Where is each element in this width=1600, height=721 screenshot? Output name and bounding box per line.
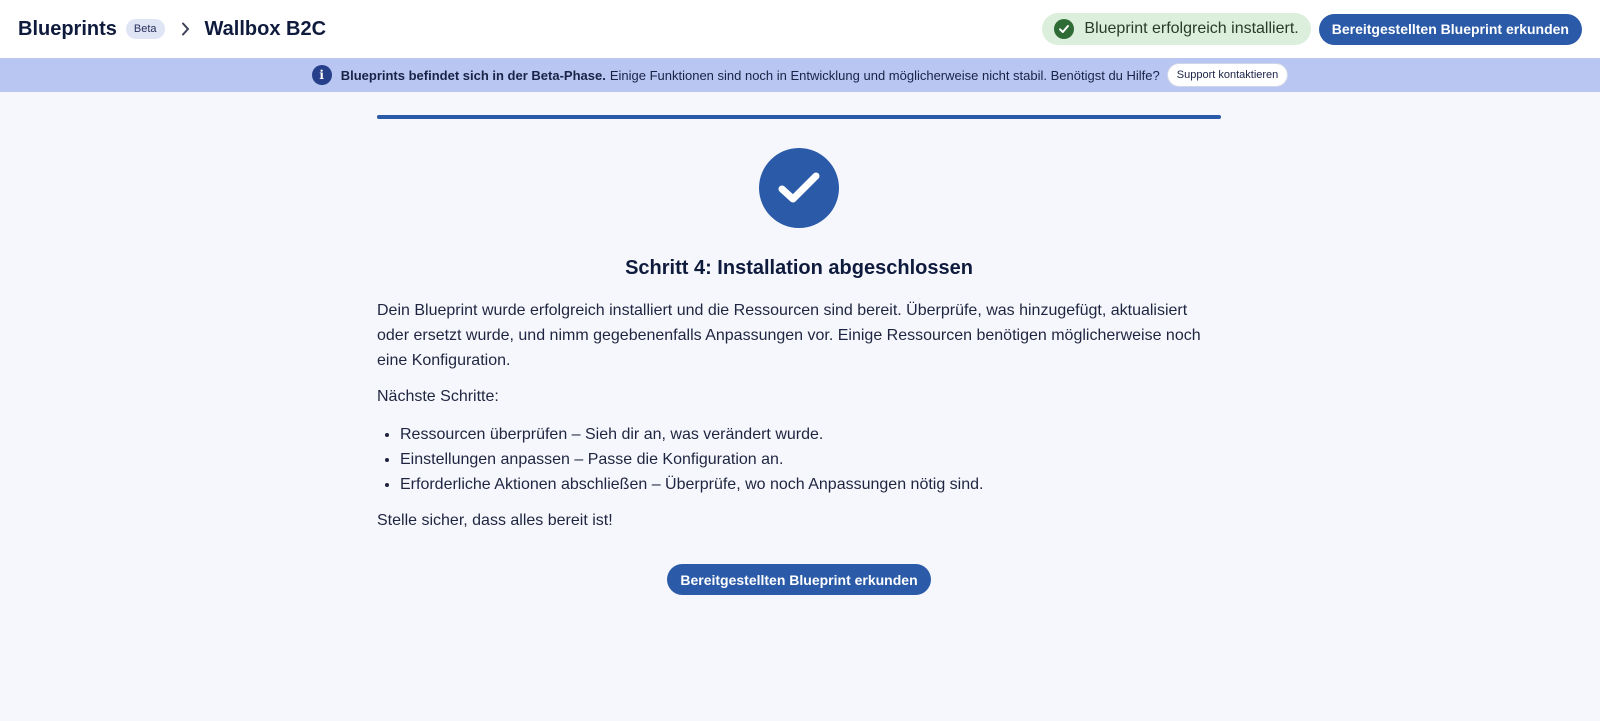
checkmark-icon xyxy=(778,172,820,203)
breadcrumb-current: Wallbox B2C xyxy=(204,17,327,40)
outro-text: Stelle sicher, dass alles bereit ist! xyxy=(377,512,613,529)
banner-body-text: Einige Funktionen sind noch in Entwicklu… xyxy=(609,67,1160,83)
success-toast: Blueprint erfolgreich installiert. xyxy=(1042,13,1311,45)
progress-bar-fill xyxy=(377,115,1221,119)
info-icon: i xyxy=(311,65,332,85)
explore-blueprint-button-header[interactable]: Bereitgestellten Blueprint erkunden xyxy=(1318,13,1582,45)
chevron-right-icon xyxy=(179,22,193,36)
next-steps-label: Nächste Schritte: xyxy=(377,388,499,405)
check-circle-icon xyxy=(1054,19,1075,39)
contact-support-button[interactable]: Support kontaktieren xyxy=(1166,63,1289,87)
beta-banner: i Blueprints befindet sich in der Beta-P… xyxy=(0,58,1600,92)
list-item: Einstellungen anpassen – Passe die Konfi… xyxy=(400,447,1221,472)
top-bar: Blueprints Beta Wallbox B2C Blueprint er… xyxy=(0,0,1600,58)
intro-paragraph: Dein Blueprint wurde erfolgreich install… xyxy=(377,302,1201,369)
success-check-circle xyxy=(759,148,839,228)
next-steps-list: Ressourcen überprüfen – Sieh dir an, was… xyxy=(377,422,1221,497)
progress-bar xyxy=(377,115,1221,119)
beta-badge: Beta xyxy=(125,19,165,39)
main-content: Schritt 4: Installation abgeschlossen De… xyxy=(377,115,1221,595)
list-item: Erforderliche Aktionen abschließen – Übe… xyxy=(400,472,1221,497)
cta-wrapper: Bereitgestellten Blueprint erkunden xyxy=(377,564,1221,595)
list-item: Ressourcen überprüfen – Sieh dir an, was… xyxy=(400,422,1221,447)
top-bar-actions: Blueprint erfolgreich installiert. Berei… xyxy=(1042,13,1582,45)
toast-text: Blueprint erfolgreich installiert. xyxy=(1084,20,1299,37)
breadcrumb-root[interactable]: Blueprints xyxy=(18,18,117,41)
banner-strong-text: Blueprints befindet sich in der Beta-Pha… xyxy=(340,67,606,83)
breadcrumb: Blueprints Beta Wallbox B2C xyxy=(18,18,326,41)
explore-blueprint-button[interactable]: Bereitgestellten Blueprint erkunden xyxy=(667,564,931,595)
step-title: Schritt 4: Installation abgeschlossen xyxy=(625,257,973,279)
